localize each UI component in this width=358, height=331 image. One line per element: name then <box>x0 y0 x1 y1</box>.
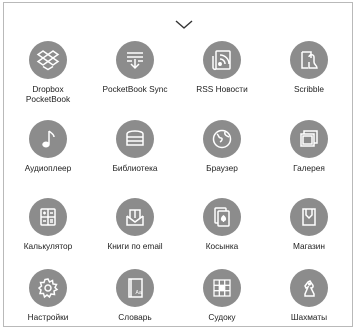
svg-text:Aa: Aa <box>136 290 142 296</box>
globe-icon <box>203 120 241 158</box>
app-label: Настройки <box>27 312 69 322</box>
gallery-icon <box>290 120 328 158</box>
app-solitaire[interactable]: Косынка <box>178 198 266 251</box>
library-icon <box>116 120 154 158</box>
app-chess[interactable]: Шахматы <box>265 269 353 322</box>
email-books-icon <box>116 198 154 236</box>
music-note-icon <box>29 120 67 158</box>
app-label: RSS Новости <box>196 84 248 94</box>
app-settings[interactable]: Настройки <box>4 269 92 322</box>
dropbox-icon <box>29 41 67 79</box>
app-rss[interactable]: RSS Новости <box>178 41 266 94</box>
app-calculator[interactable]: Калькулятор <box>4 198 92 251</box>
shop-icon <box>290 198 328 236</box>
cards-icon <box>203 198 241 236</box>
app-browser[interactable]: Браузер <box>178 120 266 173</box>
app-label: Калькулятор <box>23 241 73 251</box>
app-label: Судоку <box>208 312 236 322</box>
app-sudoku[interactable]: Судоку <box>178 269 266 322</box>
dictionary-icon: Aa <box>116 269 154 307</box>
app-label: Галерея <box>293 163 325 173</box>
app-label: Шахматы <box>290 312 328 322</box>
app-scribble[interactable]: Scribble <box>265 41 353 94</box>
app-label: Dropbox PocketBook <box>25 84 71 104</box>
app-label: Аудиоплеер <box>24 163 72 173</box>
app-label: Библиотека <box>112 163 158 173</box>
app-label: Браузер <box>206 163 238 173</box>
app-dropbox[interactable]: Dropbox PocketBook <box>4 41 92 104</box>
app-label: Книги по email <box>107 241 163 251</box>
app-gallery[interactable]: Галерея <box>265 120 353 173</box>
chess-knight-icon <box>290 269 328 307</box>
app-label: Магазин <box>292 241 325 251</box>
gear-icon <box>29 269 67 307</box>
app-drawer-panel: Dropbox PocketBook PocketBook Sync RSS Н… <box>3 2 353 327</box>
rss-icon <box>203 41 241 79</box>
app-audio-player[interactable]: Аудиоплеер <box>4 120 92 173</box>
app-label: Словарь <box>118 312 152 322</box>
app-grid: Dropbox PocketBook PocketBook Sync RSS Н… <box>4 3 352 326</box>
sync-icon <box>116 41 154 79</box>
scribble-icon <box>290 41 328 79</box>
calculator-icon <box>29 198 67 236</box>
app-books-by-email[interactable]: Книги по email <box>91 198 179 251</box>
app-label: Scribble <box>294 84 324 94</box>
app-library[interactable]: Библиотека <box>91 120 179 173</box>
app-shop[interactable]: Магазин <box>265 198 353 251</box>
sudoku-icon <box>203 269 241 307</box>
app-label: PocketBook Sync <box>102 84 168 94</box>
app-pocketbook-sync[interactable]: PocketBook Sync <box>91 41 179 94</box>
app-label: Косынка <box>205 241 239 251</box>
app-dictionary[interactable]: Aa Словарь <box>91 269 179 322</box>
